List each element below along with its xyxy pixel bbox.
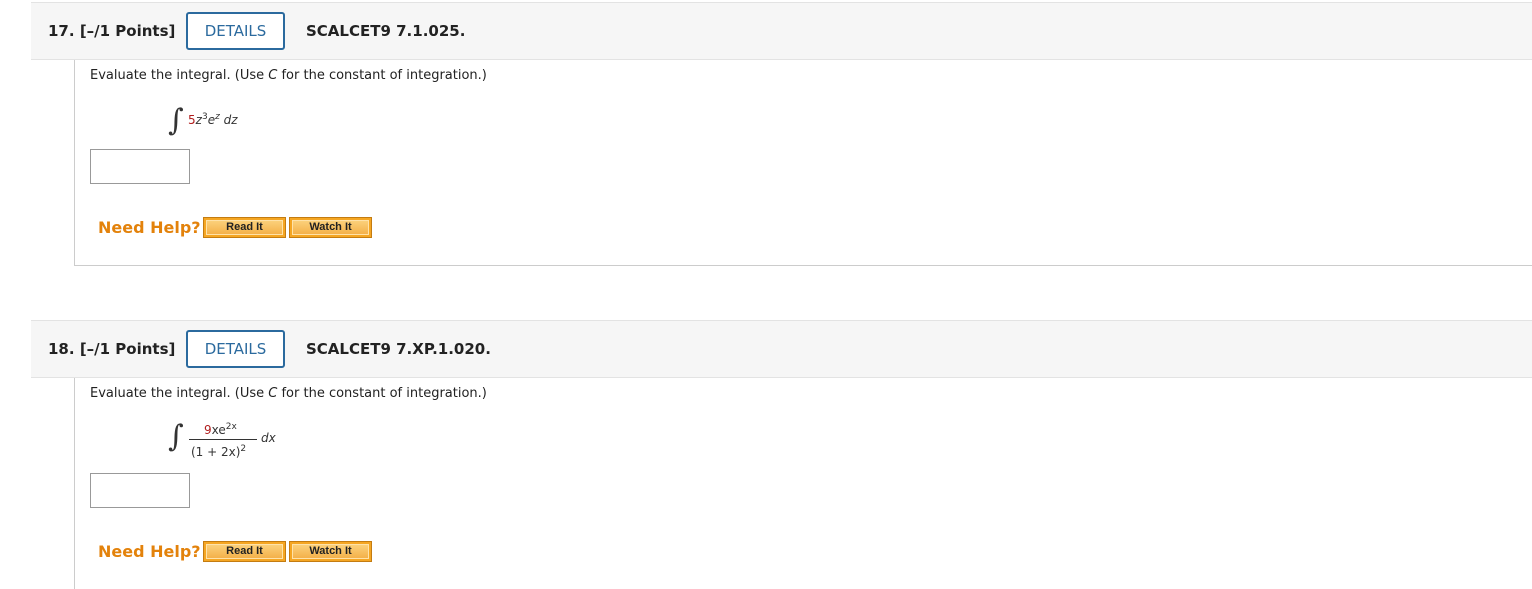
need-help-label: Need Help? [98, 218, 201, 237]
read-it-button[interactable]: Read It [203, 217, 286, 238]
integrand-numerator: 9xe2x [204, 422, 237, 438]
question-17: 17. [–/1 Points] DETAILS SCALCET9 7.1.02… [0, 0, 1532, 266]
integrand-differential: dx [261, 431, 276, 445]
integrand: 5z3ez dz [188, 112, 238, 128]
answer-input[interactable] [90, 149, 190, 184]
answer-input[interactable] [90, 473, 190, 508]
integral-sign: ∫ [168, 419, 184, 454]
question-points: [–/1 Points] [79, 340, 176, 358]
details-button[interactable]: DETAILS [186, 12, 285, 50]
watch-it-button[interactable]: Watch It [289, 217, 372, 238]
question-body: Evaluate the integral. (Use C for the co… [74, 378, 1532, 589]
question-body: Evaluate the integral. (Use C for the co… [74, 60, 1532, 266]
question-header: 18. [–/1 Points] DETAILS SCALCET9 7.XP.1… [31, 320, 1532, 378]
need-help-label: Need Help? [98, 542, 201, 561]
question-18: 18. [–/1 Points] DETAILS SCALCET9 7.XP.1… [0, 320, 1532, 589]
question-number: 17. [–/1 Points] [48, 22, 175, 40]
question-points: [–/1 Points] [79, 22, 176, 40]
question-number-text: 18. [48, 340, 75, 358]
read-it-button[interactable]: Read It [203, 541, 286, 562]
question-number-text: 17. [48, 22, 75, 40]
question-prompt: Evaluate the integral. (Use C for the co… [90, 386, 487, 401]
question-prompt: Evaluate the integral. (Use C for the co… [90, 68, 487, 83]
question-number: 18. [–/1 Points] [48, 340, 175, 358]
watch-it-button[interactable]: Watch It [289, 541, 372, 562]
question-header: 17. [–/1 Points] DETAILS SCALCET9 7.1.02… [31, 2, 1532, 60]
fraction-bar [189, 439, 257, 440]
details-button[interactable]: DETAILS [186, 330, 285, 368]
integral-sign: ∫ [168, 103, 184, 138]
question-code: SCALCET9 7.XP.1.020. [306, 340, 491, 358]
integrand-denominator: (1 + 2x)2 [191, 444, 247, 460]
question-code: SCALCET9 7.1.025. [306, 22, 466, 40]
